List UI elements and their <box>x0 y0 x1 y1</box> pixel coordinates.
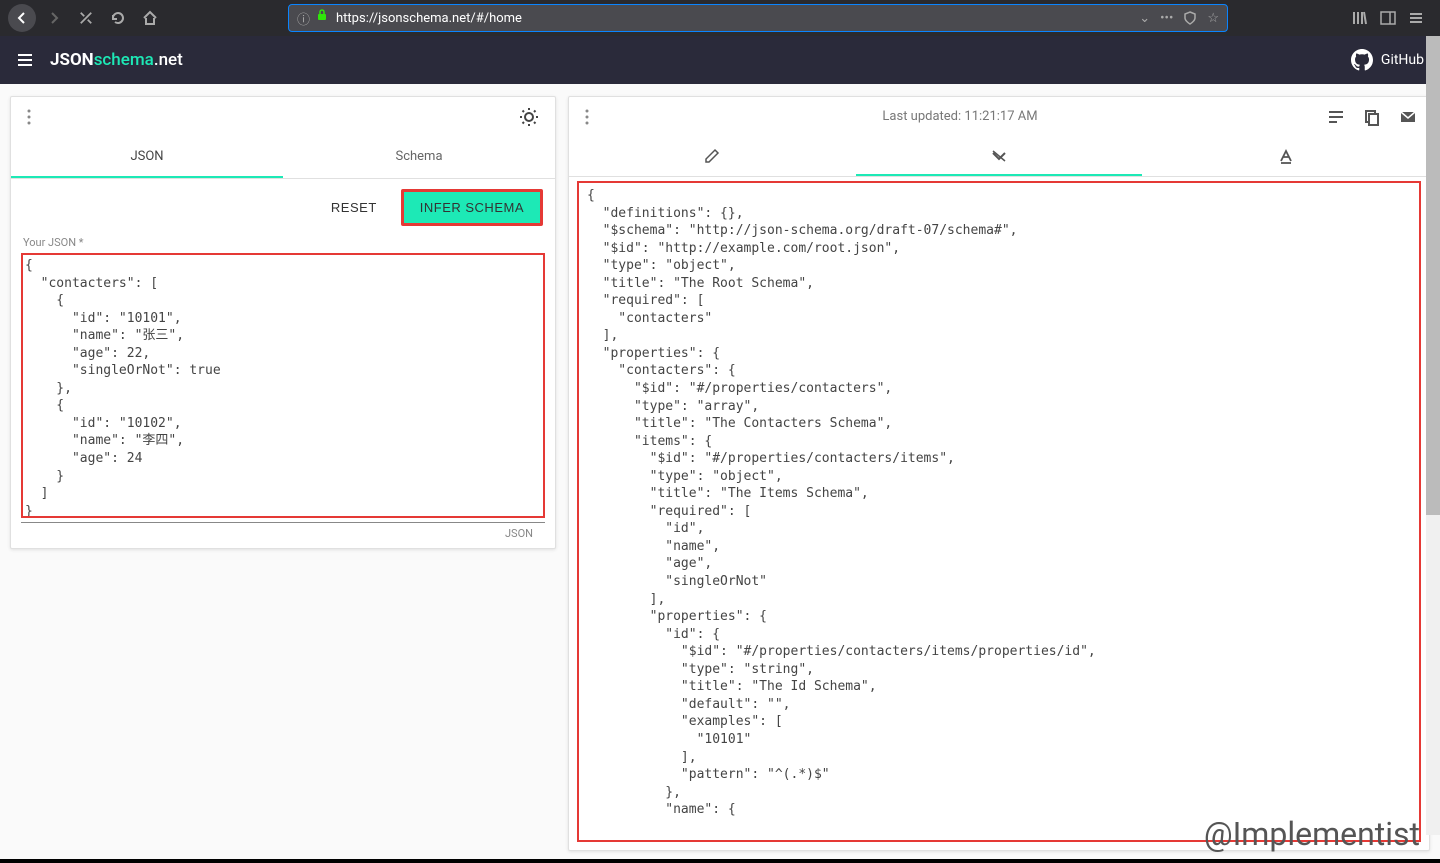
browser-toolbar: ⓘ https://jsonschema.net/#/home ⌄ ••• ☆ <box>0 0 1440 36</box>
forward-button[interactable] <box>40 4 68 32</box>
json-content[interactable]: { "contacters": [ { "id": "10101", "name… <box>23 255 543 518</box>
hamburger-icon[interactable] <box>16 51 34 69</box>
main-content: JSON Schema RESET INFER SCHEMA Your JSON… <box>0 84 1440 863</box>
right-more-icon[interactable] <box>581 105 593 129</box>
shield-icon[interactable] <box>1183 11 1197 26</box>
json-input-panel: JSON Schema RESET INFER SCHEMA Your JSON… <box>10 96 556 549</box>
reload-button[interactable] <box>104 4 132 32</box>
more-dots-icon[interactable]: ••• <box>1160 11 1173 26</box>
page-scrollbar[interactable] <box>1426 36 1440 835</box>
lock-icon <box>316 9 328 28</box>
gear-icon[interactable] <box>515 103 543 131</box>
tab-text[interactable] <box>1142 137 1429 176</box>
url-bar[interactable]: ⓘ https://jsonschema.net/#/home ⌄ ••• ☆ <box>288 4 1228 32</box>
copy-icon[interactable] <box>1363 108 1381 126</box>
last-updated-text: Last updated: 11:21:17 AM <box>593 109 1327 124</box>
wrap-text-icon[interactable] <box>1327 108 1345 126</box>
infer-schema-button[interactable]: INFER SCHEMA <box>401 189 543 226</box>
json-input-label: Your JSON * <box>11 236 555 249</box>
schema-viewer[interactable]: { "definitions": {}, "$schema": "http://… <box>577 181 1421 842</box>
left-more-icon[interactable] <box>23 105 35 129</box>
github-icon <box>1351 49 1373 71</box>
home-button[interactable] <box>136 4 164 32</box>
url-text[interactable]: https://jsonschema.net/#/home <box>336 11 1131 26</box>
schema-output-panel: Last updated: 11:21:17 AM <box>568 96 1430 851</box>
tab-schema[interactable]: Schema <box>283 137 555 178</box>
taskbar <box>0 859 1440 863</box>
scrollbar-thumb[interactable] <box>1426 36 1440 515</box>
chevron-down-icon[interactable]: ⌄ <box>1139 11 1150 26</box>
app-title: JSONschema.net <box>50 50 183 70</box>
json-helper-text: JSON <box>21 522 545 548</box>
github-link[interactable]: GitHub <box>1351 49 1424 71</box>
tab-tree[interactable] <box>856 137 1143 176</box>
tab-json[interactable]: JSON <box>11 137 283 178</box>
email-icon[interactable] <box>1399 108 1417 126</box>
tab-edit[interactable] <box>569 137 856 176</box>
library-icon[interactable] <box>1352 10 1368 26</box>
back-button[interactable] <box>8 4 36 32</box>
right-view-tabs <box>569 137 1429 177</box>
left-tabs: JSON Schema <box>11 137 555 179</box>
dev-tools-button[interactable] <box>72 4 100 32</box>
info-icon[interactable]: ⓘ <box>297 9 310 28</box>
menu-icon[interactable] <box>1408 10 1424 26</box>
app-header: JSONschema.net GitHub <box>0 36 1440 84</box>
schema-content: { "definitions": {}, "$schema": "http://… <box>587 187 1411 819</box>
json-editor[interactable]: { "contacters": [ { "id": "10101", "name… <box>21 253 545 518</box>
reset-button[interactable]: RESET <box>315 189 393 226</box>
star-icon[interactable]: ☆ <box>1207 11 1219 26</box>
sidebar-icon[interactable] <box>1380 10 1396 26</box>
